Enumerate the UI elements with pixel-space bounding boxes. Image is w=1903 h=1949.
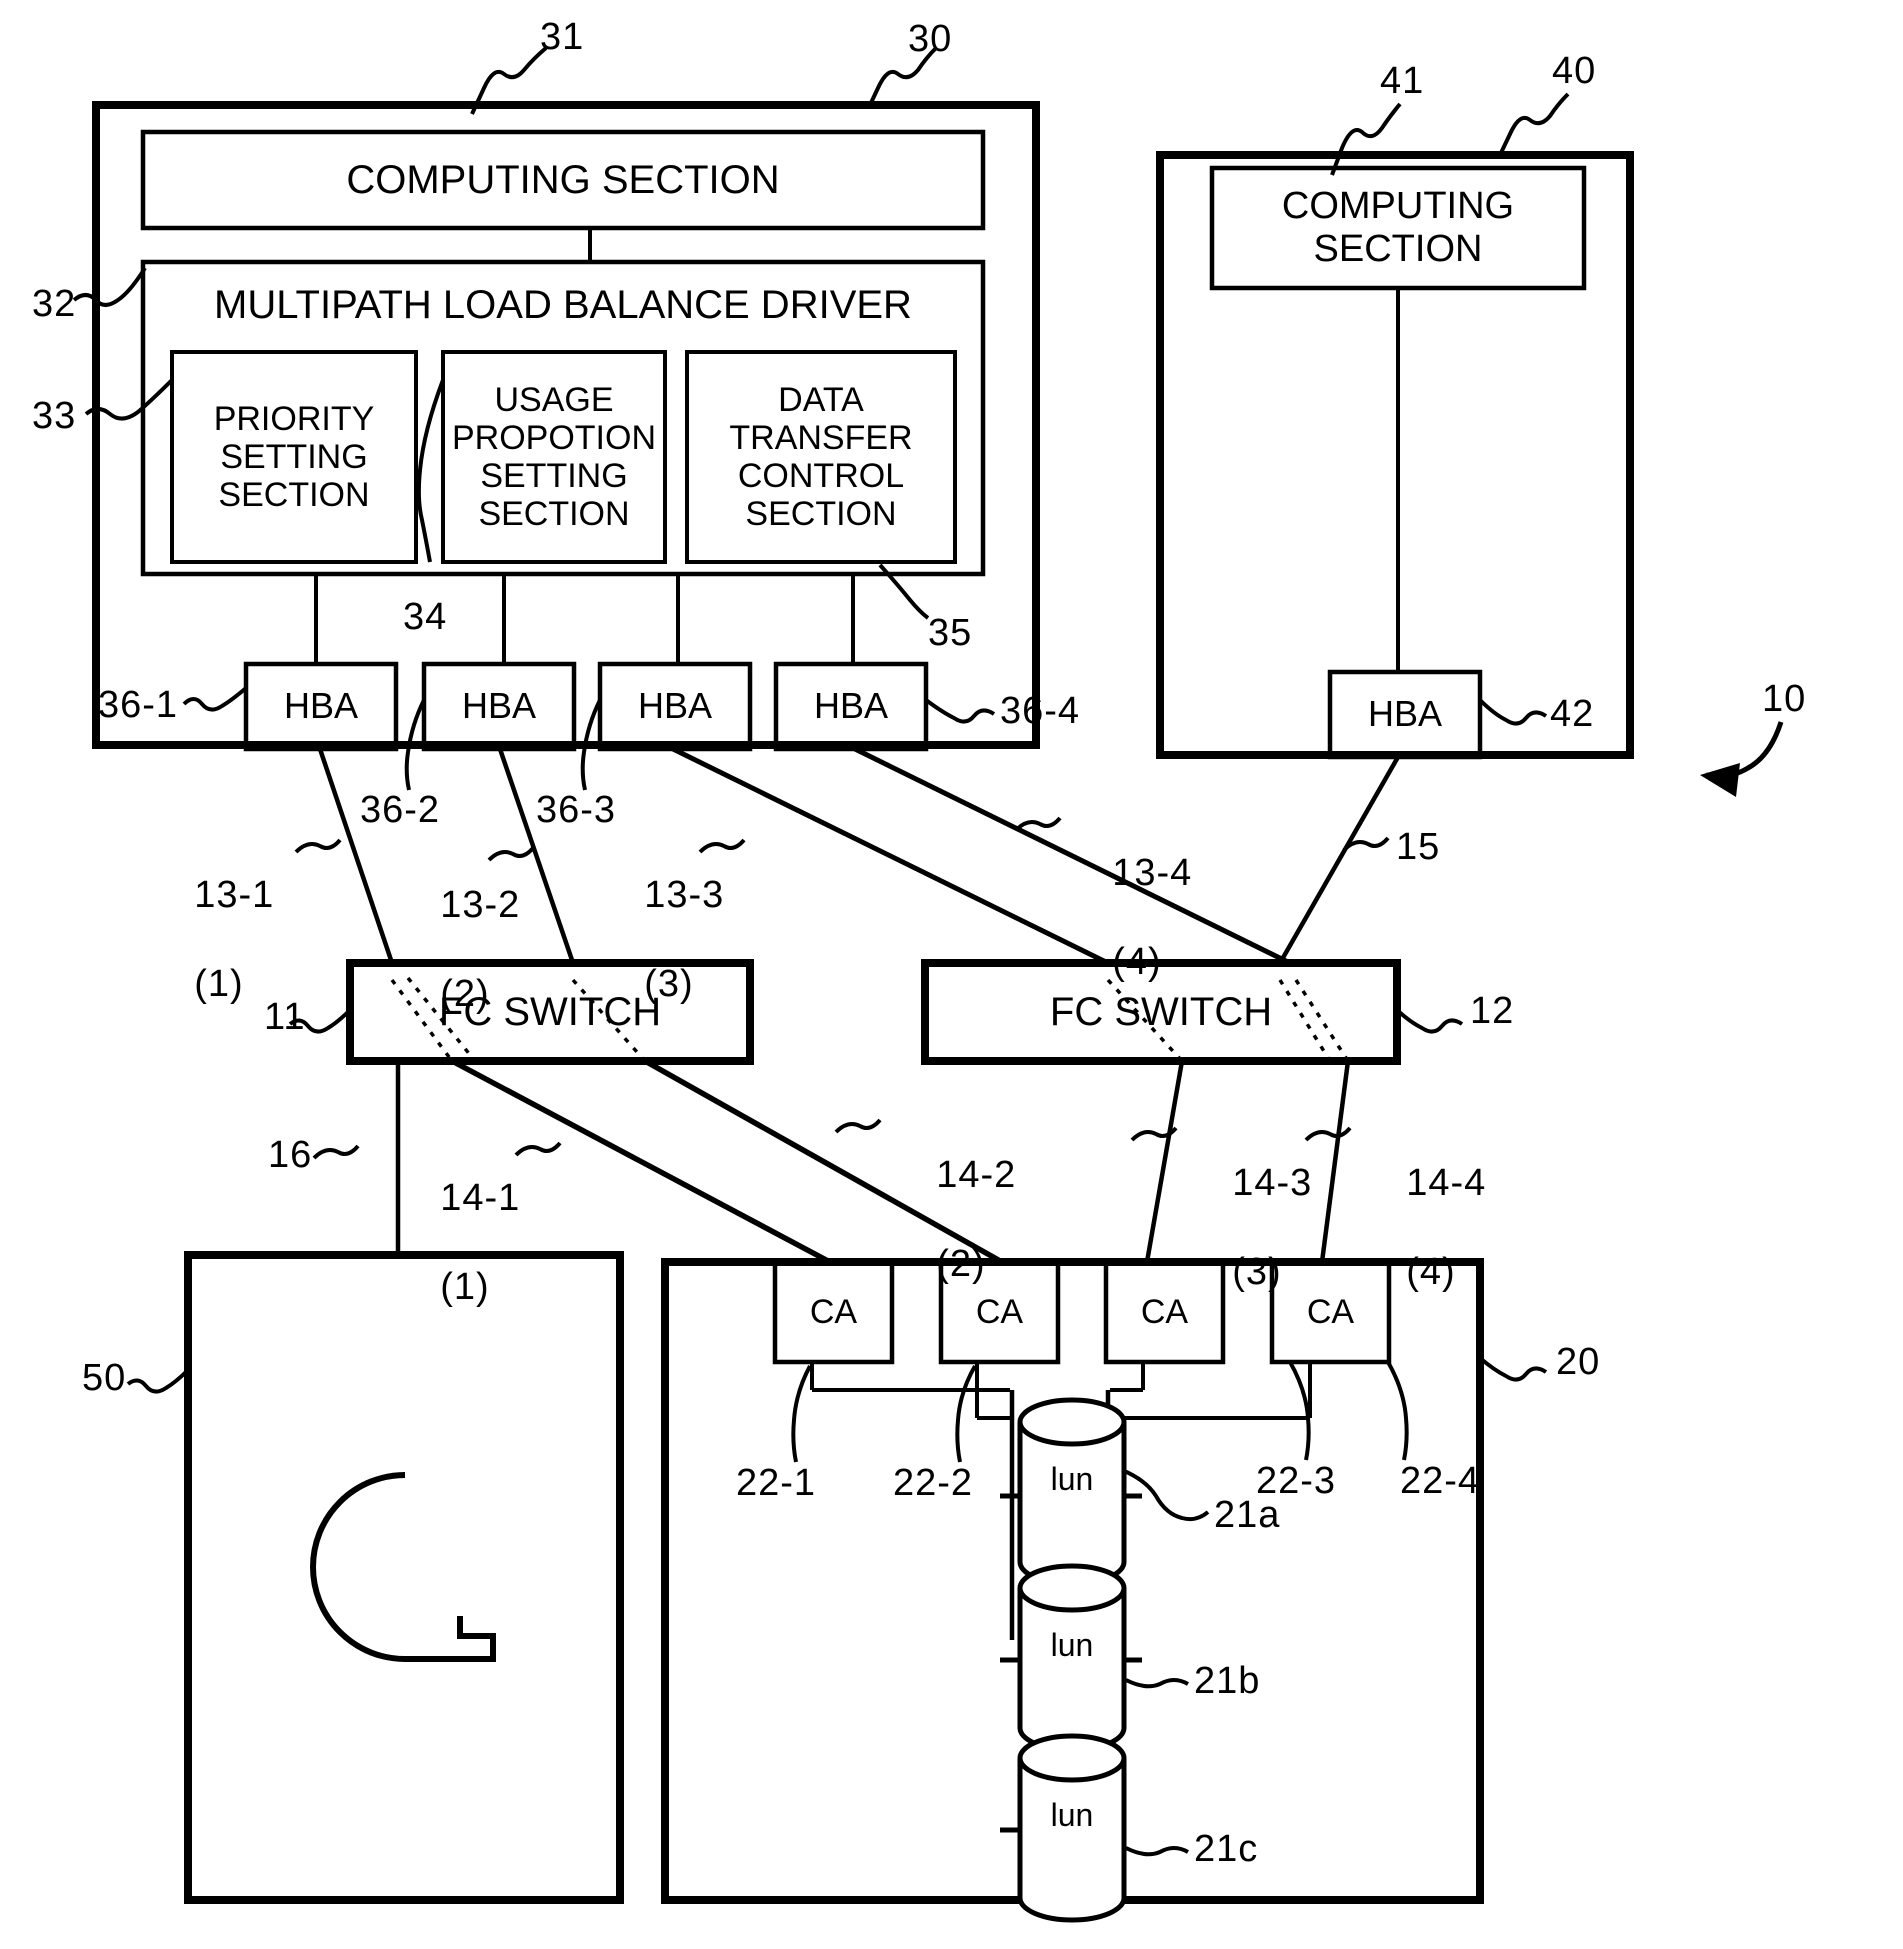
figure-canvas: COMPUTING SECTION MULTIPATH LOAD BALANCE… xyxy=(0,0,1903,1949)
leader-20 xyxy=(1478,1356,1548,1382)
ref-41: 41 xyxy=(1380,60,1425,102)
path-line-13-1 xyxy=(317,748,395,964)
leader-34 xyxy=(416,379,445,563)
ref-36-2: 36-2 xyxy=(360,789,441,831)
ref-16: 16 xyxy=(268,1134,313,1176)
ref-11: 11 xyxy=(264,996,306,1038)
ref-14-3-number: 14-3 xyxy=(1232,1161,1313,1204)
ref-14-1: 14-1 (1) xyxy=(394,1131,520,1355)
lun-cylinder-b xyxy=(1017,1563,1127,1753)
q-shape-icon xyxy=(310,1472,496,1662)
ref-14-1-number: 14-1 xyxy=(440,1176,521,1219)
ref-32: 32 xyxy=(32,283,77,325)
ref-13-2-number: 13-2 xyxy=(440,883,521,926)
ref-20: 20 xyxy=(1556,1341,1601,1383)
leader-22-1 xyxy=(791,1365,812,1463)
ref-13-2-path: (2) xyxy=(440,973,490,1016)
priority-setting-section-box xyxy=(170,350,418,564)
ref-13-3-number: 13-3 xyxy=(644,873,725,916)
ref-14-3: 14-3 (3) xyxy=(1186,1116,1312,1340)
host-computing-section-box xyxy=(140,129,986,231)
leader-36-4 xyxy=(924,698,996,724)
leader-21b xyxy=(1125,1678,1189,1689)
leader-50 xyxy=(126,1368,190,1394)
ref-13-4-number: 13-4 xyxy=(1112,851,1193,894)
ref-13-1-number: 13-1 xyxy=(194,873,275,916)
hba-box-2 xyxy=(421,661,577,752)
ref-14-4-number: 14-4 xyxy=(1406,1161,1487,1204)
ref-15: 15 xyxy=(1396,826,1441,868)
path-line-15 xyxy=(1278,755,1400,965)
ref-13-4-path: (4) xyxy=(1112,941,1162,984)
data-transfer-control-section-box xyxy=(685,350,957,564)
ref-30: 30 xyxy=(908,18,953,60)
leader-36-1 xyxy=(182,686,248,712)
path-line-13-3 xyxy=(671,746,1110,966)
leader-22-4 xyxy=(1386,1361,1409,1461)
ref-33: 33 xyxy=(32,395,77,437)
leader-13-4 xyxy=(1014,816,1062,832)
ref-40: 40 xyxy=(1552,50,1597,92)
ref-14-1-path: (1) xyxy=(440,1266,490,1309)
lun-cylinder-c xyxy=(1017,1733,1127,1923)
ref-36-3: 36-3 xyxy=(536,789,617,831)
ref-36-4: 36-4 xyxy=(1000,690,1081,732)
ref-13-2: 13-2 (2) xyxy=(394,838,520,1062)
ref-35: 35 xyxy=(928,612,973,654)
ref-13-4: 13-4 (4) xyxy=(1066,806,1192,1030)
host-server-box xyxy=(92,101,1040,749)
leader-16 xyxy=(312,1144,360,1160)
ref-13-1: 13-1 (1) xyxy=(148,828,274,1052)
ref-13-3: 13-3 (3) xyxy=(598,828,724,1052)
ref-50: 50 xyxy=(82,1357,127,1399)
ref-42: 42 xyxy=(1550,693,1595,735)
leader-40 xyxy=(1498,92,1570,156)
ref-21b: 21b xyxy=(1194,1660,1261,1702)
ref-13-3-path: (3) xyxy=(644,963,694,1006)
ref-12: 12 xyxy=(1470,990,1515,1032)
leader-14-1 xyxy=(514,1141,562,1157)
ref-36-1: 36-1 xyxy=(98,684,179,726)
hba-box-4 xyxy=(773,661,929,752)
ref-13-1-path: (1) xyxy=(194,963,244,1006)
second-server-box xyxy=(1156,151,1634,759)
path-line-14-3 xyxy=(1144,1060,1185,1263)
hba-box-3 xyxy=(597,661,753,752)
ref-14-2-path: (2) xyxy=(936,1243,986,1286)
ref-31: 31 xyxy=(540,16,585,58)
ref-21a: 21a xyxy=(1214,1494,1281,1536)
ca-box-1 xyxy=(772,1259,895,1365)
usage-proportion-setting-section-box xyxy=(441,350,667,564)
leader-21c xyxy=(1125,1846,1189,1857)
hba-box-1 xyxy=(243,661,399,752)
leader-42 xyxy=(1478,698,1548,726)
hba-box-42 xyxy=(1327,669,1483,760)
ref-22-2: 22-2 xyxy=(893,1462,974,1504)
ref-21c: 21c xyxy=(1194,1828,1259,1870)
leader-41 xyxy=(1330,102,1402,176)
ref-14-4-path: (4) xyxy=(1406,1251,1456,1294)
multipath-driver-box xyxy=(140,259,986,577)
ref-14-4: 14-4 (4) xyxy=(1360,1116,1486,1340)
ref-14-2-number: 14-2 xyxy=(936,1153,1017,1196)
ref-10: 10 xyxy=(1762,678,1807,720)
leader-14-4 xyxy=(1304,1126,1352,1142)
ref-22-1: 22-1 xyxy=(736,1462,817,1504)
ref-14-3-path: (3) xyxy=(1232,1251,1282,1294)
path-line-14-4 xyxy=(1319,1060,1351,1263)
leader-32 xyxy=(72,266,147,307)
ref-14-2: 14-2 (2) xyxy=(890,1108,1016,1332)
lun-cylinder-a xyxy=(1017,1397,1127,1587)
ref-22-4: 22-4 xyxy=(1400,1460,1481,1502)
second-computing-section-box xyxy=(1209,165,1587,291)
leader-10-arrow xyxy=(1705,721,1784,779)
leader-12 xyxy=(1395,1008,1464,1034)
arrow-head-10 xyxy=(1700,763,1740,797)
leader-22-2 xyxy=(955,1365,977,1463)
leader-14-2 xyxy=(834,1118,882,1134)
diagram-vector-layer xyxy=(72,46,1784,1923)
leader-22-3 xyxy=(1288,1361,1311,1461)
ref-34: 34 xyxy=(403,596,448,638)
leader-13-1 xyxy=(294,838,342,854)
